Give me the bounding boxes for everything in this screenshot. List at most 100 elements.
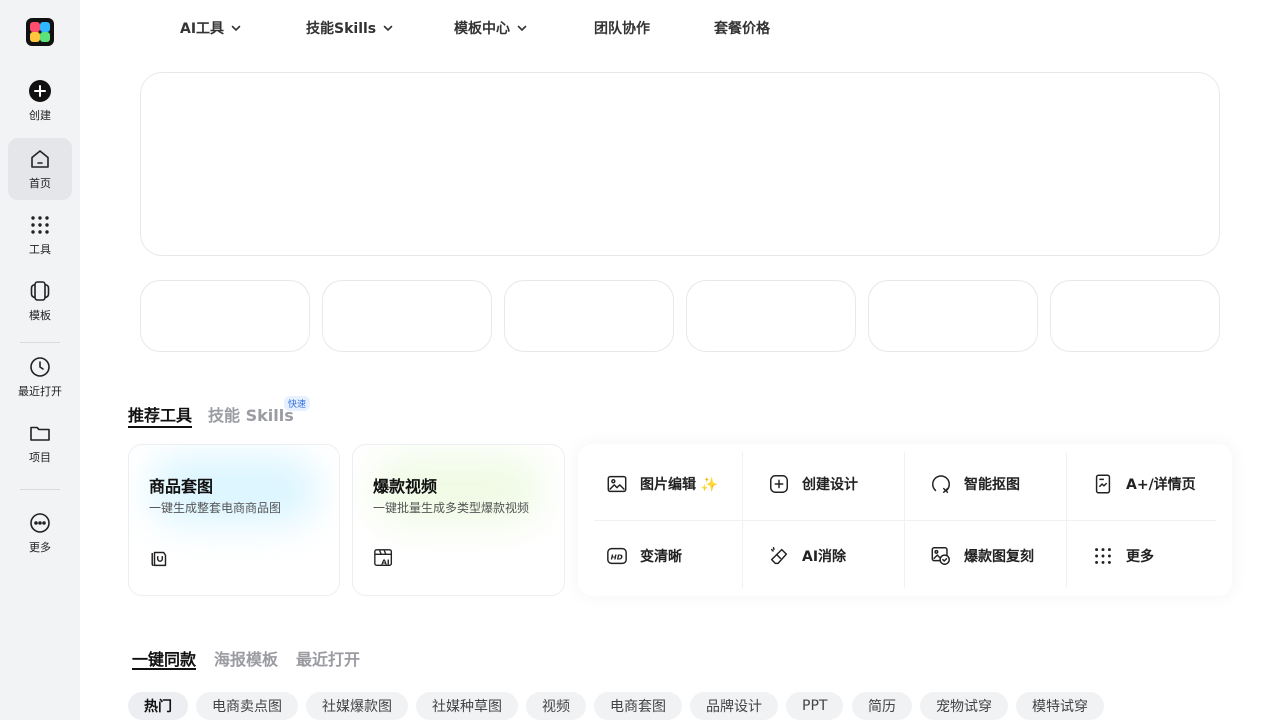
tab-skills[interactable]: 技能 Skills bbox=[208, 402, 294, 426]
sidebar-item-create[interactable]: 创建 bbox=[8, 70, 72, 132]
cutout-icon bbox=[932, 475, 950, 493]
feature-subtitle: 一键生成整套电商商品图 bbox=[149, 501, 282, 515]
tool-label: 更多 bbox=[1126, 549, 1154, 565]
topnav-label: 模板中心 bbox=[454, 21, 510, 37]
chevron-down-icon bbox=[383, 25, 393, 32]
sidebar-item-label: 更多 bbox=[29, 541, 51, 554]
folder-icon bbox=[30, 426, 50, 441]
tool-create-design[interactable]: 创建设计 bbox=[742, 448, 904, 520]
svg-text:HD: HD bbox=[611, 553, 623, 562]
grid-dots-icon bbox=[1095, 548, 1111, 564]
plus-square-icon bbox=[770, 475, 788, 493]
sidebar-item-tools[interactable]: 工具 bbox=[8, 204, 72, 266]
filter-chip[interactable]: 电商套图 bbox=[594, 692, 682, 720]
filter-chip[interactable]: 品牌设计 bbox=[690, 692, 778, 720]
sidebar-item-home[interactable]: 首页 bbox=[8, 138, 72, 200]
filter-chip[interactable]: 社媒种草图 bbox=[416, 692, 518, 720]
sidebar-item-label: 项目 bbox=[29, 451, 51, 464]
feature-card-viral-video[interactable]: 爆款视频 一键批量生成多类型爆款视频 AI bbox=[352, 444, 565, 596]
tab-recent-opened[interactable]: 最近打开 bbox=[296, 646, 360, 670]
tool-grid: 图片编辑 ✨ 创建设计 智能抠图 A+/详情页 HD 变清晰 AI消除 爆款图复… bbox=[578, 444, 1232, 596]
quick-card[interactable] bbox=[1050, 280, 1220, 352]
topnav-label: 技能Skills bbox=[306, 21, 377, 37]
sidebar-item-label: 模板 bbox=[29, 309, 51, 322]
quick-card[interactable] bbox=[322, 280, 492, 352]
tool-label: 图片编辑 ✨ bbox=[640, 477, 719, 493]
tool-label: A+/详情页 bbox=[1126, 477, 1196, 493]
sidebar-divider bbox=[20, 342, 60, 343]
sidebar-item-recent[interactable]: 最近打开 bbox=[8, 346, 72, 408]
topnav-template-center[interactable]: 模板中心 bbox=[454, 18, 528, 38]
filter-chip-hot[interactable]: 热门 bbox=[128, 692, 188, 720]
feature-title: 商品套图 bbox=[149, 477, 214, 496]
ai-video-icon: AI bbox=[374, 549, 393, 566]
tool-label: 变清晰 bbox=[640, 549, 682, 565]
tool-label: 智能抠图 bbox=[964, 477, 1020, 493]
sidebar-divider bbox=[20, 489, 60, 490]
feature-title: 爆款视频 bbox=[373, 477, 438, 496]
filter-chip[interactable]: 电商卖点图 bbox=[196, 692, 298, 720]
tab-one-click-same[interactable]: 一键同款 bbox=[132, 646, 196, 670]
chevron-down-icon bbox=[231, 25, 241, 32]
topnav-team[interactable]: 团队协作 bbox=[594, 18, 650, 38]
tab-underline bbox=[132, 668, 196, 670]
topnav-label: AI工具 bbox=[180, 21, 225, 37]
hero-input-panel[interactable] bbox=[140, 72, 1220, 256]
tool-detail-page[interactable]: A+/详情页 bbox=[1066, 448, 1228, 520]
tool-label: AI消除 bbox=[802, 549, 847, 565]
tool-viral-image-copy[interactable]: 爆款图复刻 bbox=[904, 520, 1066, 592]
topnav-skills[interactable]: 技能Skills bbox=[306, 18, 394, 38]
more-circle-icon bbox=[30, 513, 50, 533]
filter-chip[interactable]: 视频 bbox=[526, 692, 586, 720]
tab-underline bbox=[128, 426, 192, 428]
skills-badge: 快速 bbox=[284, 396, 311, 411]
quick-card[interactable] bbox=[686, 280, 856, 352]
app-logo[interactable] bbox=[26, 18, 54, 46]
sidebar-item-label: 最近打开 bbox=[18, 385, 62, 398]
sidebar-item-projects[interactable]: 项目 bbox=[8, 412, 72, 474]
grid-dots-icon bbox=[31, 216, 49, 234]
image-copy-icon bbox=[931, 547, 950, 565]
topnav-label: 团队协作 bbox=[594, 21, 650, 37]
filter-chip[interactable]: 社媒爆款图 bbox=[306, 692, 408, 720]
tab-poster-templates[interactable]: 海报模板 bbox=[214, 646, 278, 670]
filter-chip[interactable]: 简历 bbox=[852, 692, 912, 720]
eraser-icon bbox=[770, 547, 788, 565]
app-root: 创建 首页 工具 模板 最近打开 项目 更多 AI工具 技能Skills 模板中… bbox=[0, 0, 1280, 720]
shopping-bag-icon bbox=[151, 551, 167, 567]
svg-text:AI: AI bbox=[381, 557, 390, 566]
topnav-pricing[interactable]: 套餐价格 bbox=[714, 18, 770, 38]
topnav-label: 套餐价格 bbox=[714, 21, 770, 37]
clock-icon bbox=[30, 357, 50, 377]
sidebar-item-label: 创建 bbox=[29, 109, 51, 122]
quick-card[interactable] bbox=[504, 280, 674, 352]
tab-recommended-tools[interactable]: 推荐工具 bbox=[128, 402, 192, 426]
filter-chip[interactable]: 宠物试穿 bbox=[920, 692, 1008, 720]
quick-card[interactable] bbox=[868, 280, 1038, 352]
image-edit-icon bbox=[607, 475, 627, 493]
chevron-down-icon bbox=[517, 25, 527, 32]
plus-circle-icon bbox=[29, 80, 51, 102]
detail-page-icon bbox=[1095, 474, 1111, 494]
sidebar: 创建 首页 工具 模板 最近打开 项目 更多 bbox=[0, 0, 80, 720]
tool-enhance-clarity[interactable]: HD 变清晰 bbox=[580, 520, 742, 592]
sidebar-item-templates[interactable]: 模板 bbox=[8, 270, 72, 332]
quick-card[interactable] bbox=[140, 280, 310, 352]
tool-more[interactable]: 更多 bbox=[1066, 520, 1228, 592]
tool-image-edit[interactable]: 图片编辑 ✨ bbox=[580, 448, 742, 520]
tool-smart-cutout[interactable]: 智能抠图 bbox=[904, 448, 1066, 520]
home-icon bbox=[31, 150, 49, 168]
feature-card-product-set[interactable]: 商品套图 一键生成整套电商商品图 bbox=[128, 444, 340, 596]
sidebar-item-label: 首页 bbox=[29, 177, 51, 190]
filter-chip[interactable]: PPT bbox=[786, 692, 844, 720]
filter-chip[interactable]: 模特试穿 bbox=[1016, 692, 1104, 720]
sidebar-item-label: 工具 bbox=[29, 243, 51, 256]
hd-icon: HD bbox=[607, 547, 627, 565]
tool-label: 创建设计 bbox=[802, 477, 858, 493]
sidebar-item-more[interactable]: 更多 bbox=[8, 502, 72, 564]
feature-subtitle: 一键批量生成多类型爆款视频 bbox=[373, 501, 530, 515]
template-stack-icon bbox=[30, 281, 50, 301]
tool-ai-erase[interactable]: AI消除 bbox=[742, 520, 904, 592]
tool-label: 爆款图复刻 bbox=[964, 549, 1034, 565]
topnav-ai-tools[interactable]: AI工具 bbox=[180, 18, 242, 38]
